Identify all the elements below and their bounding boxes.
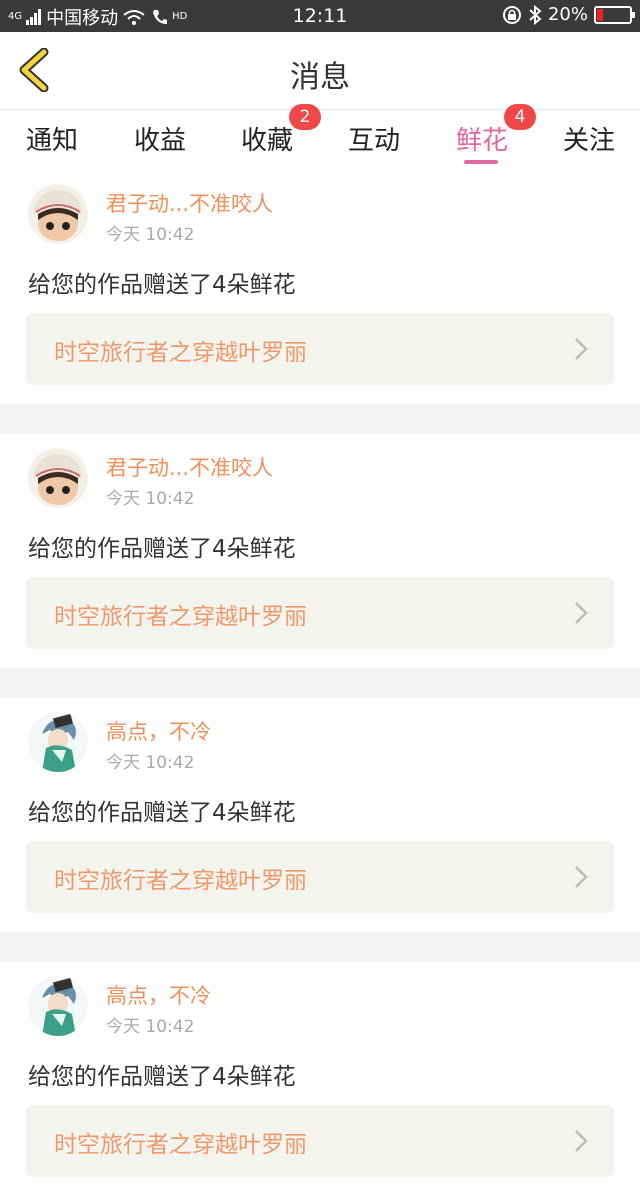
- avatar[interactable]: [28, 976, 88, 1036]
- message-item: 高点，不冷 今天 10:42 给您的作品赠送了4朵鲜花 时空旅行者之穿越叶罗丽: [0, 962, 640, 1196]
- tab-label: 收藏: [241, 126, 294, 156]
- tab-interaction[interactable]: 互动: [348, 120, 400, 157]
- tab-bar: 通知 收益 收藏 2 互动 鲜花 4 关注: [0, 104, 640, 170]
- sender-name[interactable]: 高点，不冷: [106, 980, 211, 1010]
- work-link[interactable]: 时空旅行者之穿越叶罗丽: [26, 1105, 614, 1177]
- message-text: 给您的作品赠送了4朵鲜花: [28, 536, 296, 562]
- tab-label: 鲜花: [456, 126, 509, 156]
- bluetooth-icon: [529, 4, 542, 25]
- message-item: 高点，不冷 今天 10:42 给您的作品赠送了4朵鲜花 时空旅行者之穿越叶罗丽: [0, 698, 640, 932]
- active-tab-indicator: [464, 160, 498, 164]
- tab-flowers[interactable]: 鲜花 4: [456, 104, 537, 157]
- message-text: 给您的作品赠送了4朵鲜花: [28, 272, 296, 298]
- divider: [0, 932, 640, 962]
- tab-notifications[interactable]: 通知: [26, 120, 78, 157]
- avatar[interactable]: [28, 712, 88, 772]
- avatar[interactable]: [28, 184, 88, 244]
- work-link[interactable]: 时空旅行者之穿越叶罗丽: [26, 577, 614, 649]
- tab-following[interactable]: 关注: [563, 120, 615, 157]
- tab-label: 关注: [563, 126, 616, 156]
- work-link[interactable]: 时空旅行者之穿越叶罗丽: [26, 313, 614, 385]
- message-time: 今天 10:42: [106, 753, 195, 773]
- work-title: 时空旅行者之穿越叶罗丽: [54, 604, 307, 630]
- message-text: 给您的作品赠送了4朵鲜花: [28, 800, 296, 826]
- sender-name[interactable]: 高点，不冷: [106, 716, 211, 746]
- divider: [0, 404, 640, 434]
- tab-label: 互动: [348, 126, 401, 156]
- sender-name[interactable]: 君子动...不准咬人: [106, 188, 273, 218]
- work-title: 时空旅行者之穿越叶罗丽: [54, 1132, 307, 1158]
- chevron-right-icon: [575, 866, 588, 888]
- avatar[interactable]: [28, 448, 88, 508]
- message-time: 今天 10:42: [106, 225, 195, 245]
- chevron-right-icon: [575, 602, 588, 624]
- message-item: 君子动...不准咬人 今天 10:42 给您的作品赠送了4朵鲜花 时空旅行者之穿…: [0, 434, 640, 668]
- unread-badge: 4: [504, 104, 537, 130]
- status-right: 20%: [502, 4, 635, 25]
- tab-favorites[interactable]: 收藏 2: [241, 104, 322, 157]
- chevron-right-icon: [575, 338, 588, 360]
- battery-icon: [594, 5, 635, 24]
- tab-label: 通知: [26, 126, 79, 156]
- status-bar: 4G 中国移动 HD 12:11 20%: [0, 0, 640, 32]
- navigation-bar: 消息: [0, 32, 640, 110]
- work-title: 时空旅行者之穿越叶罗丽: [54, 868, 307, 894]
- divider: [0, 668, 640, 698]
- work-link[interactable]: 时空旅行者之穿越叶罗丽: [26, 841, 614, 913]
- battery-percent: 20%: [547, 4, 588, 25]
- lock-rotation-icon: [502, 5, 521, 24]
- unread-badge: 2: [289, 104, 322, 130]
- message-time: 今天 10:42: [106, 489, 195, 509]
- sender-name[interactable]: 君子动...不准咬人: [106, 452, 273, 482]
- tab-label: 收益: [134, 126, 187, 156]
- tab-earnings[interactable]: 收益: [134, 120, 186, 157]
- message-text: 给您的作品赠送了4朵鲜花: [28, 1064, 296, 1090]
- work-title: 时空旅行者之穿越叶罗丽: [54, 340, 307, 366]
- page-title: 消息: [290, 60, 350, 95]
- message-item: 君子动...不准咬人 今天 10:42 给您的作品赠送了4朵鲜花 时空旅行者之穿…: [0, 170, 640, 404]
- message-time: 今天 10:42: [106, 1017, 195, 1037]
- chevron-right-icon: [575, 1130, 588, 1152]
